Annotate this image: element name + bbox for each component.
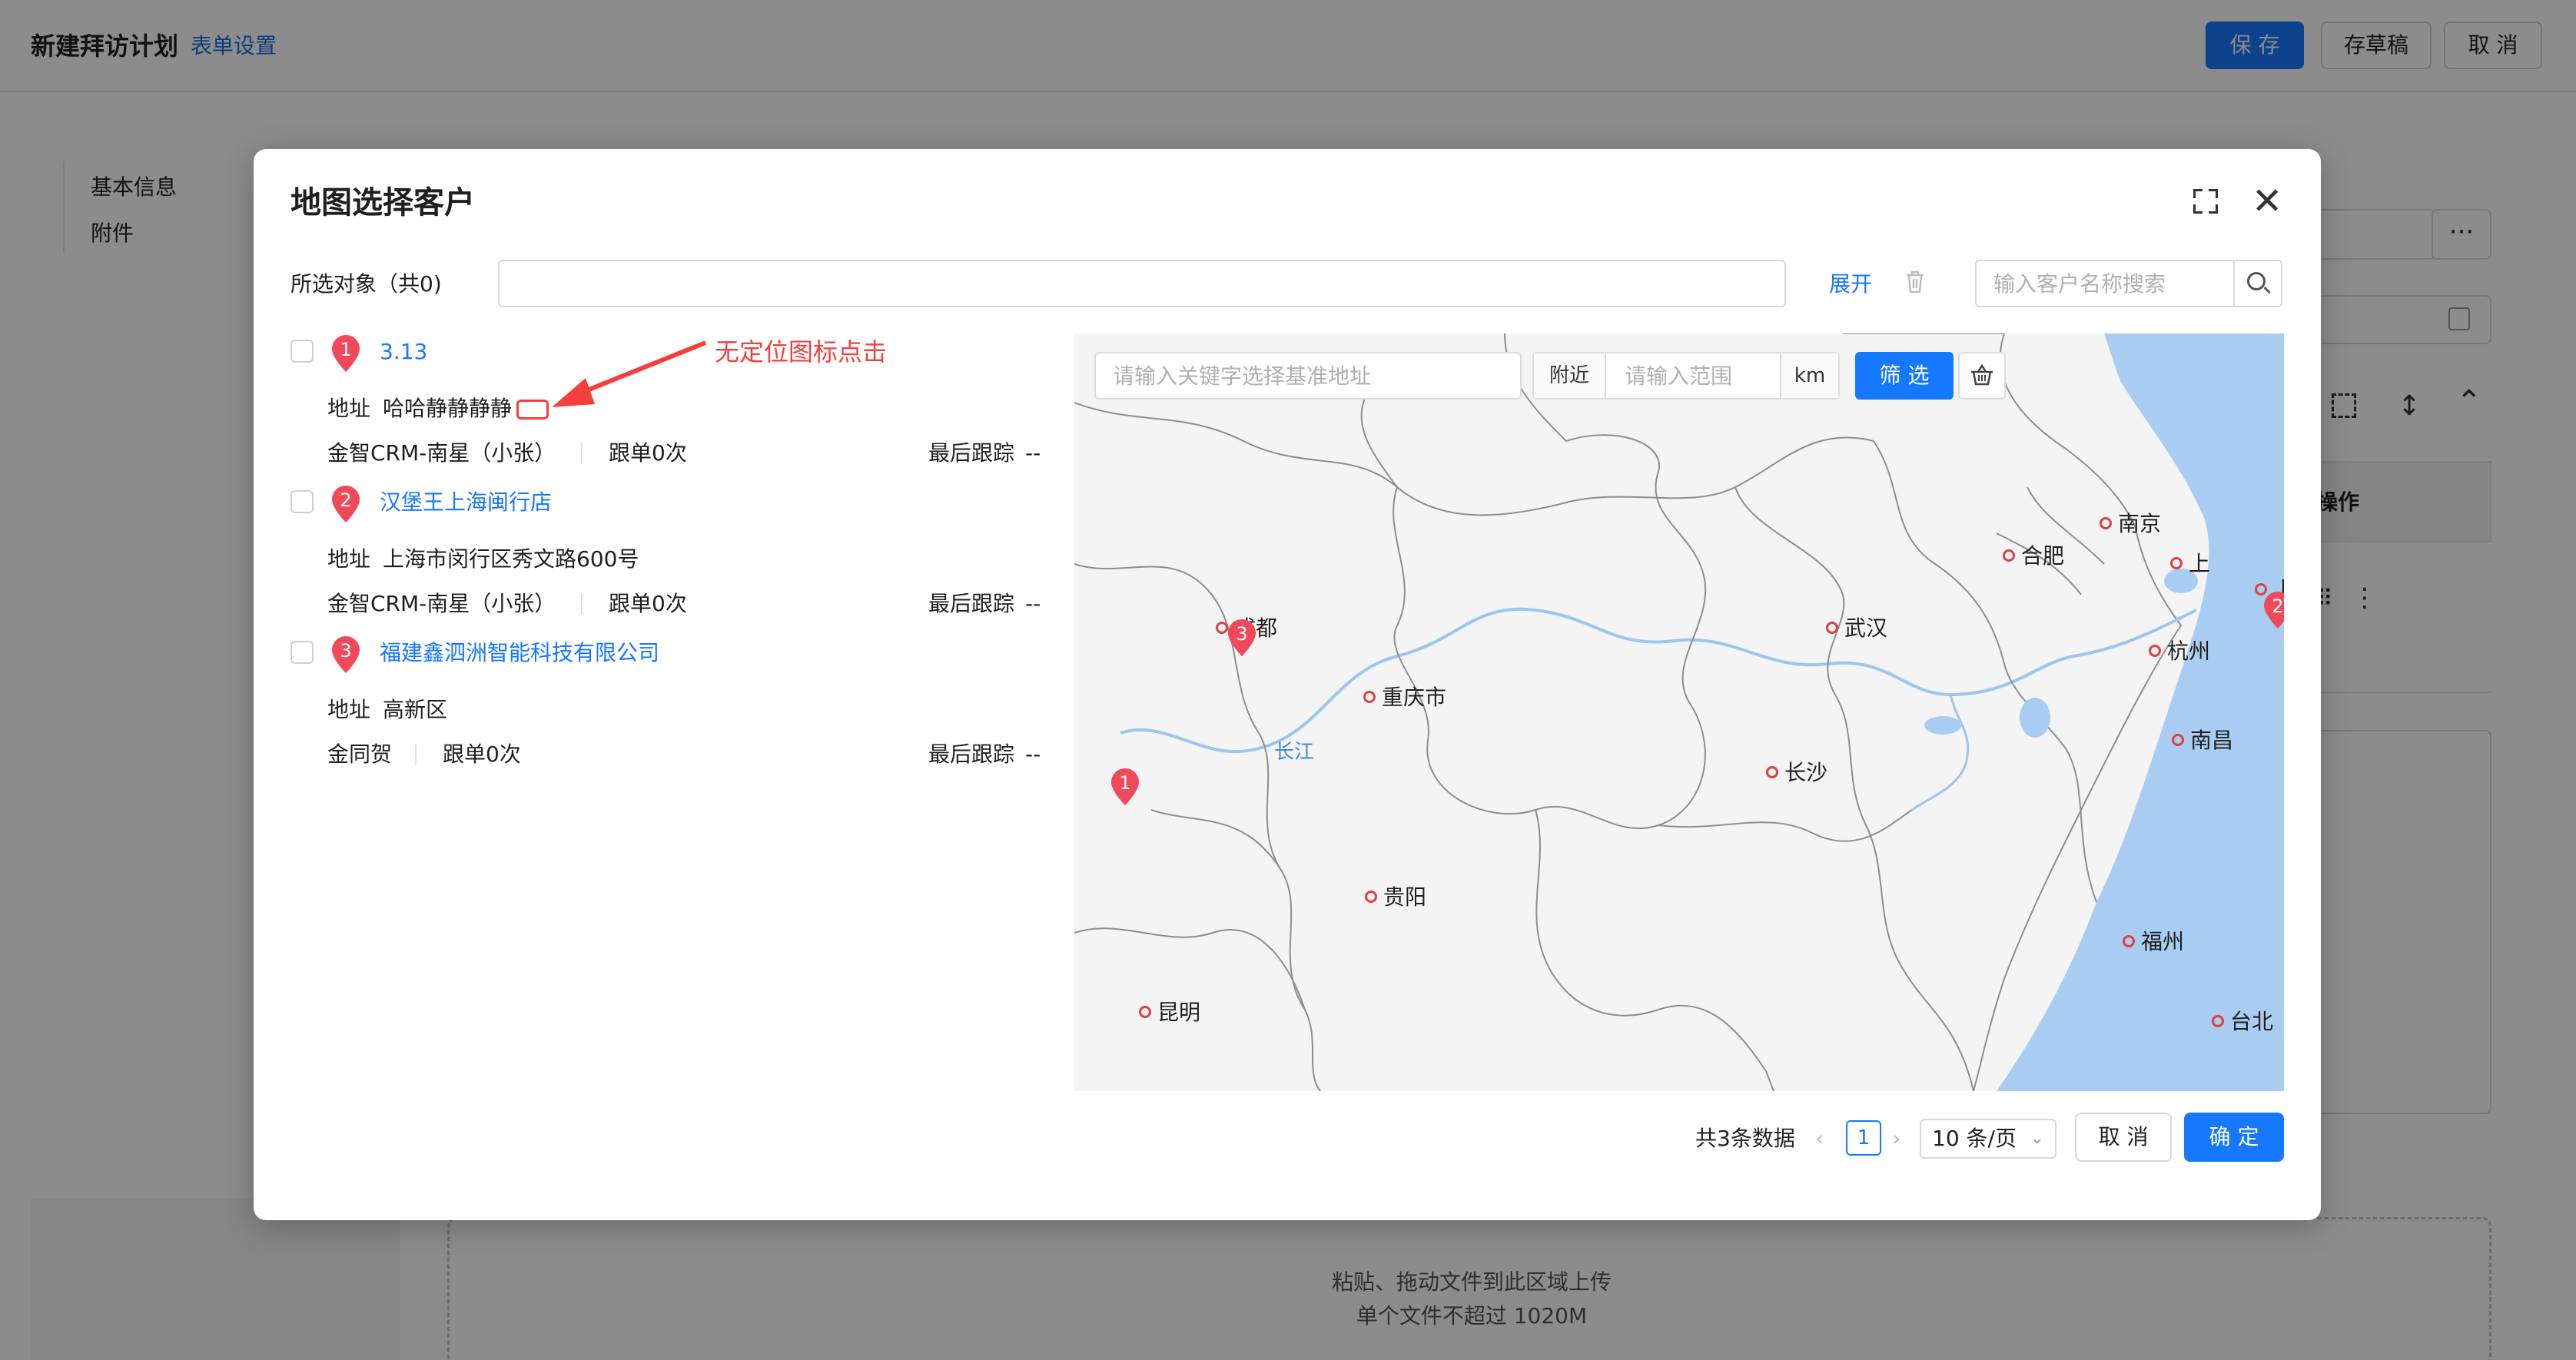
city-label: 合肥 <box>2003 542 2064 570</box>
range-field <box>1608 353 1781 398</box>
divider <box>581 593 583 615</box>
map-base <box>1074 333 2284 1091</box>
city-label: 武汉 <box>1826 615 1887 642</box>
map-view[interactable]: 南京 合肥 上 成都 武汉 杭州 重庆市 上 南昌 长沙 贵阳 福州 昆明 台北… <box>1074 333 2284 1091</box>
customer-owner: 金智CRM-南星（小张） <box>327 440 556 466</box>
city-label: 福州 <box>2123 928 2184 956</box>
fullscreen-icon[interactable] <box>2193 189 2218 214</box>
follow-count: 跟单0次 <box>609 440 687 466</box>
total-count: 共3条数据 <box>1695 1126 1795 1151</box>
dialog-title: 地图选择客户 <box>290 185 475 221</box>
last-follow-label: 最后跟踪 <box>928 741 1015 767</box>
last-follow-label: 最后跟踪 <box>928 440 1015 466</box>
dialog-cancel-button[interactable]: 取 消 <box>2075 1113 2172 1162</box>
follow-count: 跟单0次 <box>443 741 521 767</box>
address-label: 地址 <box>327 396 371 421</box>
selected-objects-box[interactable] <box>498 260 1786 307</box>
follow-count: 跟单0次 <box>609 591 687 616</box>
page-number[interactable]: 1 <box>1846 1120 1881 1156</box>
map-pin-icon: 3 <box>330 635 361 675</box>
customer-owner: 金同贺 <box>327 741 393 767</box>
dialog-confirm-button[interactable]: 确 定 <box>2184 1113 2284 1162</box>
close-icon[interactable]: ✕ <box>2252 183 2282 220</box>
city-label: 重庆市 <box>1363 684 1446 712</box>
customer-address: 哈哈静静静静 <box>383 396 513 421</box>
customer-name[interactable]: 3.13 <box>380 337 427 367</box>
search-icon <box>2247 272 2266 290</box>
range-group: 附近 km <box>1532 352 1840 400</box>
customer-address: 高新区 <box>383 697 448 722</box>
city-label: 台北 <box>2212 1008 2273 1036</box>
expand-link[interactable]: 展开 <box>1829 266 1872 303</box>
city-label: 上 <box>2170 550 2210 578</box>
customer-name[interactable]: 汉堡王上海闽行店 <box>380 487 552 518</box>
river-label: 长江 <box>1274 741 1315 764</box>
selected-objects-label: 所选对象（共0) <box>290 271 442 297</box>
map-pin-icon: 1 <box>330 333 361 373</box>
last-follow-value: -- <box>1025 741 1041 767</box>
filter-button[interactable]: 筛 选 <box>1855 352 1954 400</box>
city-label: 昆明 <box>1139 999 1200 1027</box>
unit-label: km <box>1780 353 1838 398</box>
page-size-value: 10 条/页 <box>1932 1126 2017 1151</box>
annotation-arrow <box>552 340 707 407</box>
city-label: 南京 <box>2100 510 2161 538</box>
clear-button[interactable] <box>1958 352 2006 400</box>
chevron-left-icon[interactable]: ‹ <box>1815 1123 1824 1154</box>
customer-checkbox[interactable] <box>290 490 314 513</box>
customer-owner: 金智CRM-南星（小张） <box>327 591 556 616</box>
address-label: 地址 <box>327 546 371 572</box>
annotation-text: 无定位图标点击 <box>715 337 888 367</box>
city-label: 杭州 <box>2149 638 2210 665</box>
range-input[interactable] <box>1608 353 1781 398</box>
map-marker[interactable]: 2 <box>2262 590 2284 630</box>
search-button[interactable] <box>2233 261 2281 306</box>
city-label: 南昌 <box>2172 727 2233 755</box>
customer-search-input[interactable] <box>1977 261 2233 306</box>
last-follow-value: -- <box>1025 440 1041 466</box>
chevron-right-icon[interactable]: › <box>1892 1123 1900 1154</box>
eraser-icon <box>1971 363 1993 386</box>
chevron-down-icon: ⌄ <box>2030 1129 2044 1148</box>
map-select-customer-dialog: 地图选择客户 ✕ 所选对象（共0) 展开 1 3.13 地址 哈哈静静静静 金智… <box>254 149 2321 1220</box>
last-follow-label: 最后跟踪 <box>928 591 1015 616</box>
base-address-search <box>1094 352 1522 400</box>
page-size-select[interactable]: 10 条/页 ⌄ <box>1920 1119 2056 1159</box>
base-address-input[interactable] <box>1096 353 1520 398</box>
city-label: 长沙 <box>1766 759 1827 787</box>
divider <box>581 443 583 464</box>
address-label: 地址 <box>327 697 371 722</box>
divider <box>415 744 417 765</box>
customer-checkbox[interactable] <box>290 641 314 664</box>
customer-checkbox[interactable] <box>290 340 314 363</box>
last-follow-value: -- <box>1025 591 1041 616</box>
customer-search <box>1975 260 2282 307</box>
customer-name[interactable]: 福建鑫泗洲智能科技有限公司 <box>380 638 659 668</box>
trash-icon[interactable] <box>1904 269 1926 295</box>
map-marker[interactable]: 1 <box>1110 767 1140 807</box>
customer-address: 上海市闵行区秀文路600号 <box>383 546 639 572</box>
city-label: 贵阳 <box>1365 884 1426 911</box>
map-pin-icon: 2 <box>330 484 361 524</box>
map-marker[interactable]: 3 <box>1227 618 1257 658</box>
nearby-label: 附近 <box>1534 353 1606 398</box>
